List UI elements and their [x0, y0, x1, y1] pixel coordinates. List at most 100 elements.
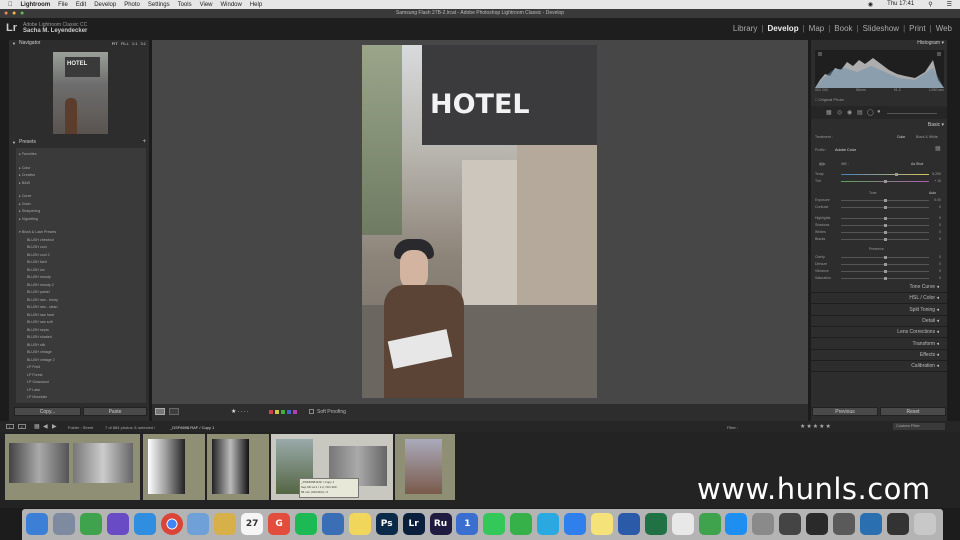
grid-view-icon[interactable]: ▦: [34, 423, 40, 430]
shadow-clipping-icon[interactable]: [818, 52, 822, 56]
preset-group[interactable]: ▸ B&W: [19, 180, 58, 188]
menu-develop[interactable]: Develop: [94, 2, 116, 8]
wifi-icon[interactable]: ◉: [868, 1, 873, 8]
histogram-header[interactable]: Histogram ▾: [811, 40, 947, 47]
preset-item[interactable]: BLUSH moody: [27, 274, 58, 282]
navigator-header[interactable]: ▼ Navigator FIT FILL 1:1 3:1: [9, 40, 149, 47]
menu-window[interactable]: Window: [221, 2, 242, 8]
profile-browser-icon[interactable]: ▦: [935, 145, 941, 152]
adjust-slider[interactable]: [841, 270, 929, 273]
color-label-blue[interactable]: [287, 410, 291, 414]
slider-knob[interactable]: [884, 224, 887, 227]
activity-icon[interactable]: [806, 513, 829, 535]
previous-button[interactable]: Previous: [812, 407, 878, 416]
module-web[interactable]: Web: [932, 24, 956, 33]
rush-icon[interactable]: Ru: [429, 513, 452, 535]
calendar-icon[interactable]: 27: [241, 513, 264, 535]
filmstrip-cell[interactable]: [143, 434, 205, 500]
filmstrip-source[interactable]: Folder : Street: [68, 425, 93, 430]
slider-value[interactable]: 0: [931, 230, 941, 234]
thumbnail[interactable]: [212, 439, 249, 494]
preset-item[interactable]: LP Lake: [27, 387, 58, 395]
main-photo[interactable]: HOTEL: [362, 45, 597, 398]
slider-knob[interactable]: [884, 199, 887, 202]
stickies-icon[interactable]: [348, 513, 371, 535]
panel-header[interactable]: Detail ◂: [811, 315, 947, 327]
settings-icon[interactable]: [752, 513, 775, 535]
slider-value[interactable]: 0: [931, 255, 941, 259]
zoom-3-1[interactable]: 3:1: [140, 40, 146, 47]
page-2-button[interactable]: 2: [18, 424, 26, 429]
color-label-red[interactable]: [269, 410, 273, 414]
highlight-clipping-icon[interactable]: [937, 52, 941, 56]
menu-list-icon[interactable]: ☰: [947, 1, 952, 8]
finder-icon[interactable]: [26, 513, 48, 535]
spotify-icon[interactable]: [295, 513, 317, 535]
maximize-window-icon[interactable]: ●: [20, 9, 24, 18]
adjust-slider[interactable]: [841, 238, 929, 241]
adjust-slider[interactable]: [841, 199, 929, 202]
preset-item[interactable]: LP Grassland: [27, 379, 58, 387]
red-eye-icon[interactable]: ◉: [847, 109, 852, 116]
preset-item[interactable]: BLUSH cool: [27, 244, 58, 252]
textedit-icon[interactable]: [671, 513, 694, 535]
preset-item[interactable]: BLUSH shaded: [27, 334, 58, 342]
slider-knob[interactable]: [884, 277, 887, 280]
preset-item[interactable]: BLUSH faint: [27, 259, 58, 267]
chrome-icon[interactable]: [160, 513, 183, 535]
presets-header[interactable]: ▼ Presets +: [9, 139, 149, 146]
preset-item[interactable]: BLUSH chestnut: [27, 237, 58, 245]
loupe-view-icon[interactable]: [155, 408, 165, 415]
safari-icon[interactable]: [133, 513, 156, 535]
filmstrip-cell[interactable]: [207, 434, 269, 500]
profile-select[interactable]: Adobe Color: [835, 148, 856, 152]
preset-item[interactable]: BLUSH raw soft: [27, 319, 58, 327]
adjust-slider[interactable]: [841, 231, 929, 234]
slider-value[interactable]: 0: [931, 269, 941, 273]
adjust-slider[interactable]: [841, 263, 929, 266]
preset-item[interactable]: LP Forest: [27, 372, 58, 380]
keynote-icon[interactable]: [321, 513, 344, 535]
preset-item[interactable]: BLUSH sepia: [27, 327, 58, 335]
preset-item[interactable]: BLUSH vintage 2: [27, 357, 58, 365]
preset-item[interactable]: BLUSH raw - blurry: [27, 297, 58, 305]
printer-icon[interactable]: [779, 513, 802, 535]
slider-knob[interactable]: [884, 231, 887, 234]
screen-icon[interactable]: [886, 513, 909, 535]
notes2-icon[interactable]: [590, 513, 613, 535]
menu-edit[interactable]: Edit: [76, 2, 86, 8]
zoom-1-1[interactable]: 1:1: [132, 40, 138, 47]
slider-knob[interactable]: [884, 270, 887, 273]
color-label-green[interactable]: [281, 410, 285, 414]
panel-header[interactable]: Calibration ◂: [811, 361, 947, 373]
prev-arrow-icon[interactable]: ◀: [43, 423, 48, 430]
preset-group[interactable]: ▸ Color: [19, 165, 58, 173]
numbers-icon[interactable]: [698, 513, 721, 535]
panel-header[interactable]: Transform ◂: [811, 338, 947, 350]
menu-photo[interactable]: Photo: [124, 2, 140, 8]
adjust-slider[interactable]: [841, 224, 929, 227]
messenger-icon[interactable]: [564, 513, 586, 535]
adjust-slider[interactable]: [841, 217, 929, 220]
slider-knob[interactable]: [884, 206, 887, 209]
treatment-bw[interactable]: Black & White: [916, 135, 938, 139]
add-preset-icon[interactable]: +: [142, 139, 146, 146]
graduated-filter-icon[interactable]: ▤: [857, 109, 863, 116]
navigator-preview[interactable]: HOTEL: [53, 52, 108, 134]
module-map[interactable]: Map: [805, 24, 829, 33]
module-print[interactable]: Print: [905, 24, 929, 33]
preset-group[interactable]: ▸ Sharpening: [19, 208, 58, 216]
module-book[interactable]: Book: [830, 24, 856, 33]
histogram[interactable]: [815, 50, 944, 88]
rating-stars[interactable]: ★····: [231, 408, 249, 415]
tool-slider[interactable]: [887, 113, 937, 114]
auto-tone-button[interactable]: Auto: [929, 191, 936, 195]
module-library[interactable]: Library: [729, 24, 761, 33]
preset-item[interactable]: BLUSH raw hard: [27, 312, 58, 320]
module-develop[interactable]: Develop: [763, 24, 802, 33]
radial-filter-icon[interactable]: ◯: [867, 109, 874, 116]
preset-group[interactable]: ▸ Creative: [19, 172, 58, 180]
close-window-icon[interactable]: ●: [4, 9, 8, 18]
preset-item[interactable]: LP Field: [27, 364, 58, 372]
spot-removal-icon[interactable]: ◎: [837, 109, 842, 116]
